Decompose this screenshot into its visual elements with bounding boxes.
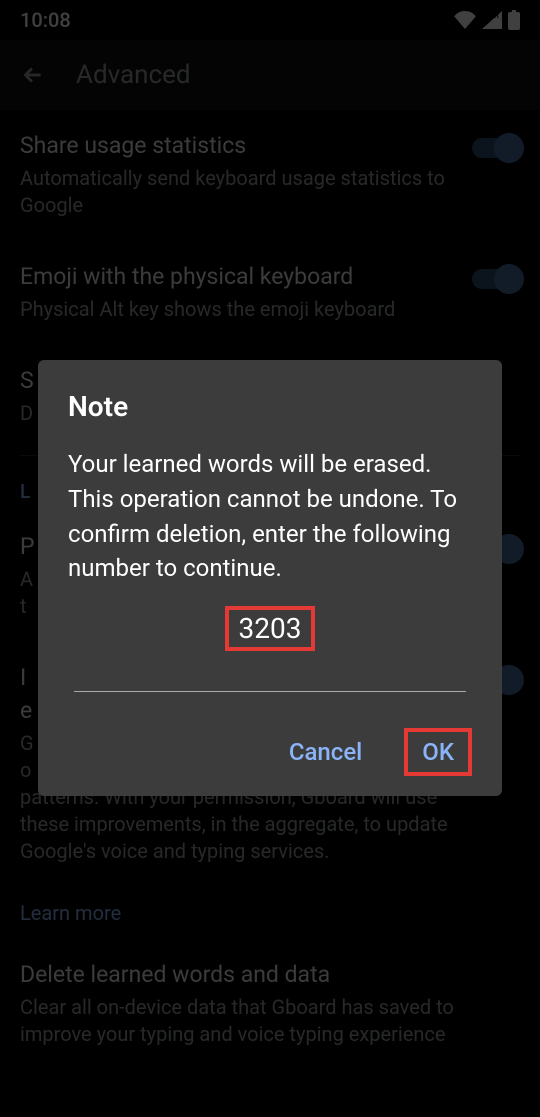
code-input[interactable] [74,691,466,692]
dialog-actions: Cancel OK [68,728,472,776]
ok-button[interactable]: OK [404,728,472,776]
cancel-button[interactable]: Cancel [277,730,374,774]
confirmation-code: 3203 [225,606,316,651]
dialog-body: Your learned words will be erased. This … [68,447,472,586]
dialog-title: Note [68,390,472,423]
confirm-dialog: Note Your learned words will be erased. … [38,360,502,796]
